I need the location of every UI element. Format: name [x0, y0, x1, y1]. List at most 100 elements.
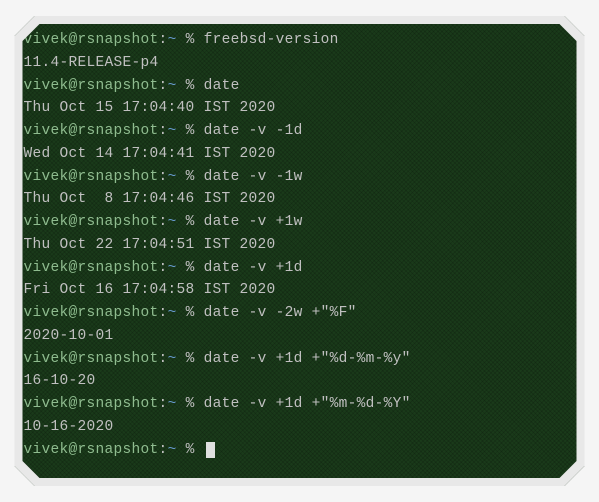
prompt-path: ~ — [168, 169, 177, 185]
command-line: vivek@rsnapshot:~ % date -v -2w +"%F" — [24, 302, 576, 325]
output-text: Thu Oct 8 17:04:46 IST 2020 — [24, 191, 276, 207]
command-text: date -v -2w +"%F" — [204, 305, 357, 321]
command-text: date -v +1w — [204, 214, 303, 230]
prompt-symbol: % — [177, 169, 204, 185]
prompt-symbol: % — [177, 260, 204, 276]
prompt-symbol: % — [177, 32, 204, 48]
command-line: vivek@rsnapshot:~ % date -v +1w — [24, 211, 576, 234]
prompt-host: rsnapshot — [78, 396, 159, 412]
prompt-user: vivek — [24, 214, 69, 230]
prompt-user: vivek — [24, 442, 69, 458]
output-line: Fri Oct 16 17:04:58 IST 2020 — [24, 279, 576, 302]
output-line: 11.4-RELEASE-p4 — [24, 52, 576, 75]
prompt-symbol: % — [177, 214, 204, 230]
prompt-user: vivek — [24, 78, 69, 94]
prompt-host: rsnapshot — [78, 169, 159, 185]
output-line: Thu Oct 8 17:04:46 IST 2020 — [24, 188, 576, 211]
command-line: vivek@rsnapshot:~ % date -v +1d +"%d-%m-… — [24, 348, 576, 371]
output-text: Wed Oct 14 17:04:41 IST 2020 — [24, 146, 276, 162]
command-line: vivek@rsnapshot:~ % date -v -1d — [24, 120, 576, 143]
command-text: freebsd-version — [204, 32, 339, 48]
prompt-host: rsnapshot — [78, 351, 159, 367]
command-text: date -v +1d — [204, 260, 303, 276]
prompt-at: @ — [69, 78, 78, 94]
prompt-path: ~ — [168, 396, 177, 412]
prompt-host: rsnapshot — [78, 260, 159, 276]
prompt-path: ~ — [168, 305, 177, 321]
prompt-host: rsnapshot — [78, 305, 159, 321]
prompt-colon: : — [159, 305, 168, 321]
output-line: 10-16-2020 — [24, 416, 576, 439]
prompt-at: @ — [69, 260, 78, 276]
prompt-user: vivek — [24, 32, 69, 48]
command-text: date -v -1d — [204, 123, 303, 139]
prompt-user: vivek — [24, 396, 69, 412]
prompt-symbol: % — [177, 305, 204, 321]
prompt-path: ~ — [168, 78, 177, 94]
prompt-user: vivek — [24, 351, 69, 367]
prompt-symbol: % — [177, 351, 204, 367]
prompt-colon: : — [159, 32, 168, 48]
prompt-colon: : — [159, 169, 168, 185]
output-text: Fri Oct 16 17:04:58 IST 2020 — [24, 282, 276, 298]
output-line: Thu Oct 15 17:04:40 IST 2020 — [24, 97, 576, 120]
prompt-symbol: % — [177, 123, 204, 139]
prompt-symbol: % — [177, 78, 204, 94]
output-text: Thu Oct 22 17:04:51 IST 2020 — [24, 237, 276, 253]
prompt-host: rsnapshot — [78, 32, 159, 48]
output-text: 2020-10-01 — [24, 328, 114, 344]
terminal-frame: vivek@rsnapshot:~ % freebsd-version11.4-… — [10, 11, 590, 491]
prompt-user: vivek — [24, 123, 69, 139]
terminal-screen[interactable]: vivek@rsnapshot:~ % freebsd-version11.4-… — [10, 11, 590, 479]
prompt-at: @ — [69, 305, 78, 321]
prompt-at: @ — [69, 442, 78, 458]
command-line: vivek@rsnapshot:~ % date -v +1d +"%m-%d-… — [24, 393, 576, 416]
prompt-at: @ — [69, 351, 78, 367]
prompt-at: @ — [69, 123, 78, 139]
prompt-user: vivek — [24, 305, 69, 321]
prompt-path: ~ — [168, 123, 177, 139]
command-text: date — [204, 78, 240, 94]
prompt-path: ~ — [168, 442, 177, 458]
cursor-icon — [206, 442, 215, 458]
prompt-host: rsnapshot — [78, 214, 159, 230]
prompt-at: @ — [69, 169, 78, 185]
prompt-colon: : — [159, 442, 168, 458]
command-line: vivek@rsnapshot:~ % freebsd-version — [24, 29, 576, 52]
output-line: 2020-10-01 — [24, 325, 576, 348]
prompt-colon: : — [159, 260, 168, 276]
command-text: date -v -1w — [204, 169, 303, 185]
prompt-colon: : — [159, 396, 168, 412]
prompt-at: @ — [69, 396, 78, 412]
prompt-host: rsnapshot — [78, 442, 159, 458]
output-line: Wed Oct 14 17:04:41 IST 2020 — [24, 143, 576, 166]
prompt-symbol: % — [177, 396, 204, 412]
prompt-path: ~ — [168, 260, 177, 276]
output-text: 11.4-RELEASE-p4 — [24, 55, 159, 71]
prompt-colon: : — [159, 214, 168, 230]
prompt-host: rsnapshot — [78, 123, 159, 139]
output-text: Thu Oct 15 17:04:40 IST 2020 — [24, 100, 276, 116]
output-text: 16-10-20 — [24, 373, 96, 389]
prompt-path: ~ — [168, 351, 177, 367]
prompt-user: vivek — [24, 169, 69, 185]
prompt-colon: : — [159, 78, 168, 94]
output-line: Thu Oct 22 17:04:51 IST 2020 — [24, 234, 576, 257]
prompt-path: ~ — [168, 214, 177, 230]
command-text: date -v +1d +"%d-%m-%y" — [204, 351, 411, 367]
prompt-at: @ — [69, 214, 78, 230]
command-line: vivek@rsnapshot:~ % date -v -1w — [24, 166, 576, 189]
prompt-user: vivek — [24, 260, 69, 276]
command-line: vivek@rsnapshot:~ % date — [24, 75, 576, 98]
output-text: 10-16-2020 — [24, 419, 114, 435]
prompt-host: rsnapshot — [78, 78, 159, 94]
prompt-colon: : — [159, 123, 168, 139]
prompt-at: @ — [69, 32, 78, 48]
command-line: vivek@rsnapshot:~ % — [24, 439, 576, 462]
prompt-symbol: % — [177, 442, 204, 458]
prompt-path: ~ — [168, 32, 177, 48]
command-text: date -v +1d +"%m-%d-%Y" — [204, 396, 411, 412]
output-line: 16-10-20 — [24, 370, 576, 393]
prompt-colon: : — [159, 351, 168, 367]
command-line: vivek@rsnapshot:~ % date -v +1d — [24, 257, 576, 280]
